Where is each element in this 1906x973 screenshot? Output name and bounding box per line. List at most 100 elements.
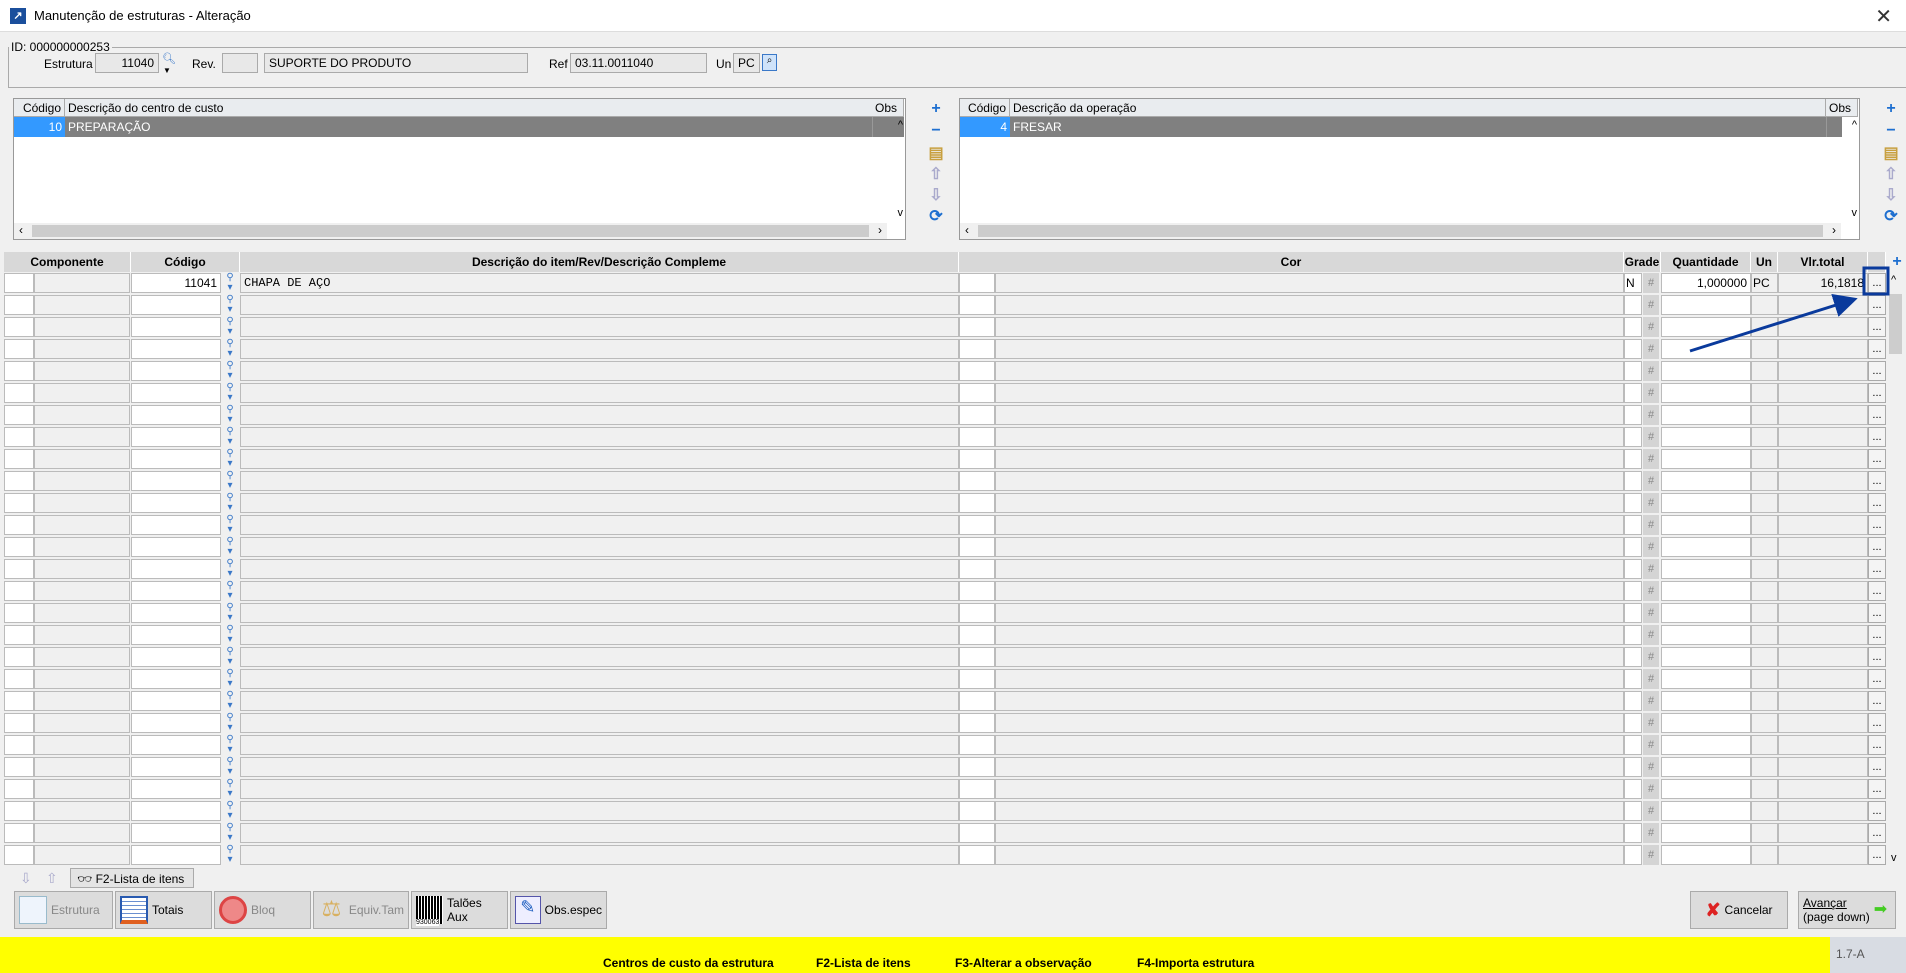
cell-componente-flag[interactable] — [4, 845, 34, 865]
cell-descricao[interactable] — [240, 603, 959, 623]
cell-componente-flag[interactable] — [4, 801, 34, 821]
cell-vlr-total[interactable] — [1778, 537, 1868, 557]
cell-componente[interactable] — [34, 295, 130, 315]
cell-quantidade[interactable] — [1661, 603, 1751, 623]
cell-vlr-total[interactable] — [1778, 361, 1868, 381]
cell-un[interactable] — [1751, 757, 1778, 777]
details-button[interactable]: ... — [1868, 757, 1886, 777]
cell-codigo[interactable] — [131, 647, 221, 667]
cell-cor-code[interactable] — [959, 295, 995, 315]
cell-cor[interactable] — [995, 273, 1624, 293]
search-icon[interactable]: ⚲ ▾ — [222, 713, 238, 733]
cell-codigo[interactable] — [131, 295, 221, 315]
details-button[interactable]: ... — [1868, 383, 1886, 403]
cell-grade[interactable] — [1624, 713, 1642, 733]
search-icon[interactable]: ⚲ ▾ — [222, 471, 238, 491]
cell-cor-code[interactable] — [959, 691, 995, 711]
cell-un[interactable] — [1751, 405, 1778, 425]
move-down-icon[interactable]: ⇩ — [927, 187, 945, 205]
search-icon[interactable]: ⚲ ▾ — [222, 405, 238, 425]
cell-codigo[interactable]: 4 — [960, 117, 1010, 137]
cell-vlr-total[interactable] — [1778, 295, 1868, 315]
cell-componente-flag[interactable] — [4, 361, 34, 381]
cell-cor[interactable] — [995, 471, 1624, 491]
cell-quantidade[interactable] — [1661, 493, 1751, 513]
rev-input[interactable] — [222, 53, 258, 73]
cell-descricao[interactable] — [240, 757, 959, 777]
cell-componente-flag[interactable] — [4, 757, 34, 777]
cell-cor-code[interactable] — [959, 603, 995, 623]
cell-cor-code[interactable] — [959, 801, 995, 821]
cell-un[interactable]: PC — [1751, 273, 1778, 293]
cell-un[interactable] — [1751, 603, 1778, 623]
cell-componente-flag[interactable] — [4, 625, 34, 645]
scroll-down-icon[interactable]: v — [1852, 207, 1858, 219]
details-button[interactable]: ... — [1868, 471, 1886, 491]
obs-espec-button[interactable]: ✎ Obs.espec — [510, 891, 607, 929]
cell-codigo[interactable] — [131, 691, 221, 711]
cell-componente[interactable] — [34, 735, 130, 755]
cell-codigo[interactable] — [131, 779, 221, 799]
cell-grade[interactable] — [1624, 647, 1642, 667]
search-icon[interactable]: ⚲ ▾ — [222, 559, 238, 579]
search-icon[interactable]: ⚲ ▾ — [222, 361, 238, 381]
cell-componente-flag[interactable] — [4, 383, 34, 403]
cell-grade[interactable] — [1624, 625, 1642, 645]
cell-cor-code[interactable] — [959, 537, 995, 557]
grade-hash-button[interactable]: # — [1643, 757, 1659, 777]
cell-grade[interactable] — [1624, 559, 1642, 579]
cell-un[interactable] — [1751, 581, 1778, 601]
cell-componente[interactable] — [34, 471, 130, 491]
cell-componente-flag[interactable] — [4, 273, 34, 293]
table-row[interactable]: ⚲ ▾ #... — [4, 536, 1886, 558]
cell-componente[interactable] — [34, 537, 130, 557]
cell-codigo[interactable] — [131, 537, 221, 557]
cell-codigo[interactable] — [131, 845, 221, 865]
cell-componente[interactable] — [34, 273, 130, 293]
cell-cor[interactable] — [995, 317, 1624, 337]
table-row[interactable]: ⚲ ▾ #... — [4, 426, 1886, 448]
cell-cor-code[interactable] — [959, 845, 995, 865]
cell-componente[interactable] — [34, 779, 130, 799]
details-button[interactable]: ... — [1868, 735, 1886, 755]
grade-hash-button[interactable]: # — [1643, 823, 1659, 843]
cell-descricao[interactable] — [240, 845, 959, 865]
details-button[interactable]: ... — [1868, 669, 1886, 689]
details-button[interactable]: ... — [1868, 713, 1886, 733]
cell-componente-flag[interactable] — [4, 669, 34, 689]
cell-descricao[interactable] — [240, 295, 959, 315]
details-button[interactable]: ... — [1868, 691, 1886, 711]
cell-codigo[interactable] — [131, 449, 221, 469]
details-button[interactable]: ... — [1868, 581, 1886, 601]
horizontal-scrollbar[interactable]: ‹ › — [14, 223, 887, 239]
cell-un[interactable] — [1751, 537, 1778, 557]
details-button[interactable]: ... — [1868, 625, 1886, 645]
cell-cor-code[interactable] — [959, 405, 995, 425]
cell-descricao[interactable] — [240, 735, 959, 755]
table-row[interactable]: ⚲ ▾ #... — [4, 756, 1886, 778]
cell-quantidade[interactable] — [1661, 515, 1751, 535]
column-header-vlr-total[interactable]: Vlr.total — [1778, 252, 1868, 272]
cell-quantidade[interactable] — [1661, 383, 1751, 403]
search-icon[interactable]: 🔍︎ — [162, 52, 176, 65]
cell-cor-code[interactable] — [959, 471, 995, 491]
scroll-up-icon[interactable]: ^ — [898, 119, 903, 131]
cell-un[interactable] — [1751, 845, 1778, 865]
column-header-obs[interactable]: Obs — [1826, 99, 1858, 117]
cell-un[interactable] — [1751, 471, 1778, 491]
cell-componente[interactable] — [34, 449, 130, 469]
descricao-input[interactable]: SUPORTE DO PRODUTO — [264, 53, 528, 73]
cell-cor[interactable] — [995, 647, 1624, 667]
cell-cor-code[interactable] — [959, 427, 995, 447]
cell-quantidade[interactable] — [1661, 801, 1751, 821]
search-icon[interactable]: ⚲ ▾ — [222, 537, 238, 557]
cell-un[interactable] — [1751, 559, 1778, 579]
search-icon[interactable]: ⚲ ▾ — [222, 449, 238, 469]
cell-grade[interactable] — [1624, 405, 1642, 425]
cell-vlr-total[interactable] — [1778, 713, 1868, 733]
details-button[interactable]: ... — [1868, 801, 1886, 821]
grade-hash-button[interactable]: # — [1643, 405, 1659, 425]
cell-codigo[interactable] — [131, 757, 221, 777]
close-button[interactable]: ✕ — [1875, 4, 1892, 29]
cell-componente-flag[interactable] — [4, 559, 34, 579]
